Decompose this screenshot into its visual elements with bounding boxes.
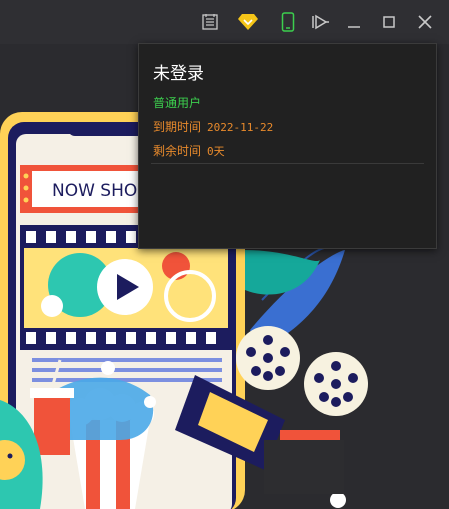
vip-diamond-icon[interactable]: [236, 10, 260, 34]
expiry-label: 到期时间: [153, 120, 202, 134]
remaining-value: 0天: [207, 145, 225, 158]
notes-icon[interactable]: [198, 10, 222, 34]
phone-icon[interactable]: [276, 10, 300, 34]
expiry-value: 2022-11-22: [207, 121, 274, 134]
maximize-icon[interactable]: [377, 10, 401, 34]
window-titlebar: [0, 0, 449, 44]
expiry-row: 到期时间 2022-11-22: [153, 118, 273, 135]
account-popup: 未登录 普通用户 到期时间 2022-11-22 剩余时间 0天: [138, 43, 437, 249]
minimize-icon[interactable]: [342, 10, 366, 34]
screen-cast-icon[interactable]: [308, 10, 332, 34]
login-status-title[interactable]: 未登录: [153, 59, 204, 84]
remaining-row: 剩余时间 0天: [153, 142, 225, 159]
overlay-patch: [264, 440, 344, 494]
remaining-label: 剩余时间: [153, 144, 202, 158]
popup-divider: [151, 163, 424, 164]
now-showing-sign: NOW SHO: [52, 181, 137, 201]
close-icon[interactable]: [413, 10, 437, 34]
user-tier-label: 普通用户: [153, 96, 202, 110]
